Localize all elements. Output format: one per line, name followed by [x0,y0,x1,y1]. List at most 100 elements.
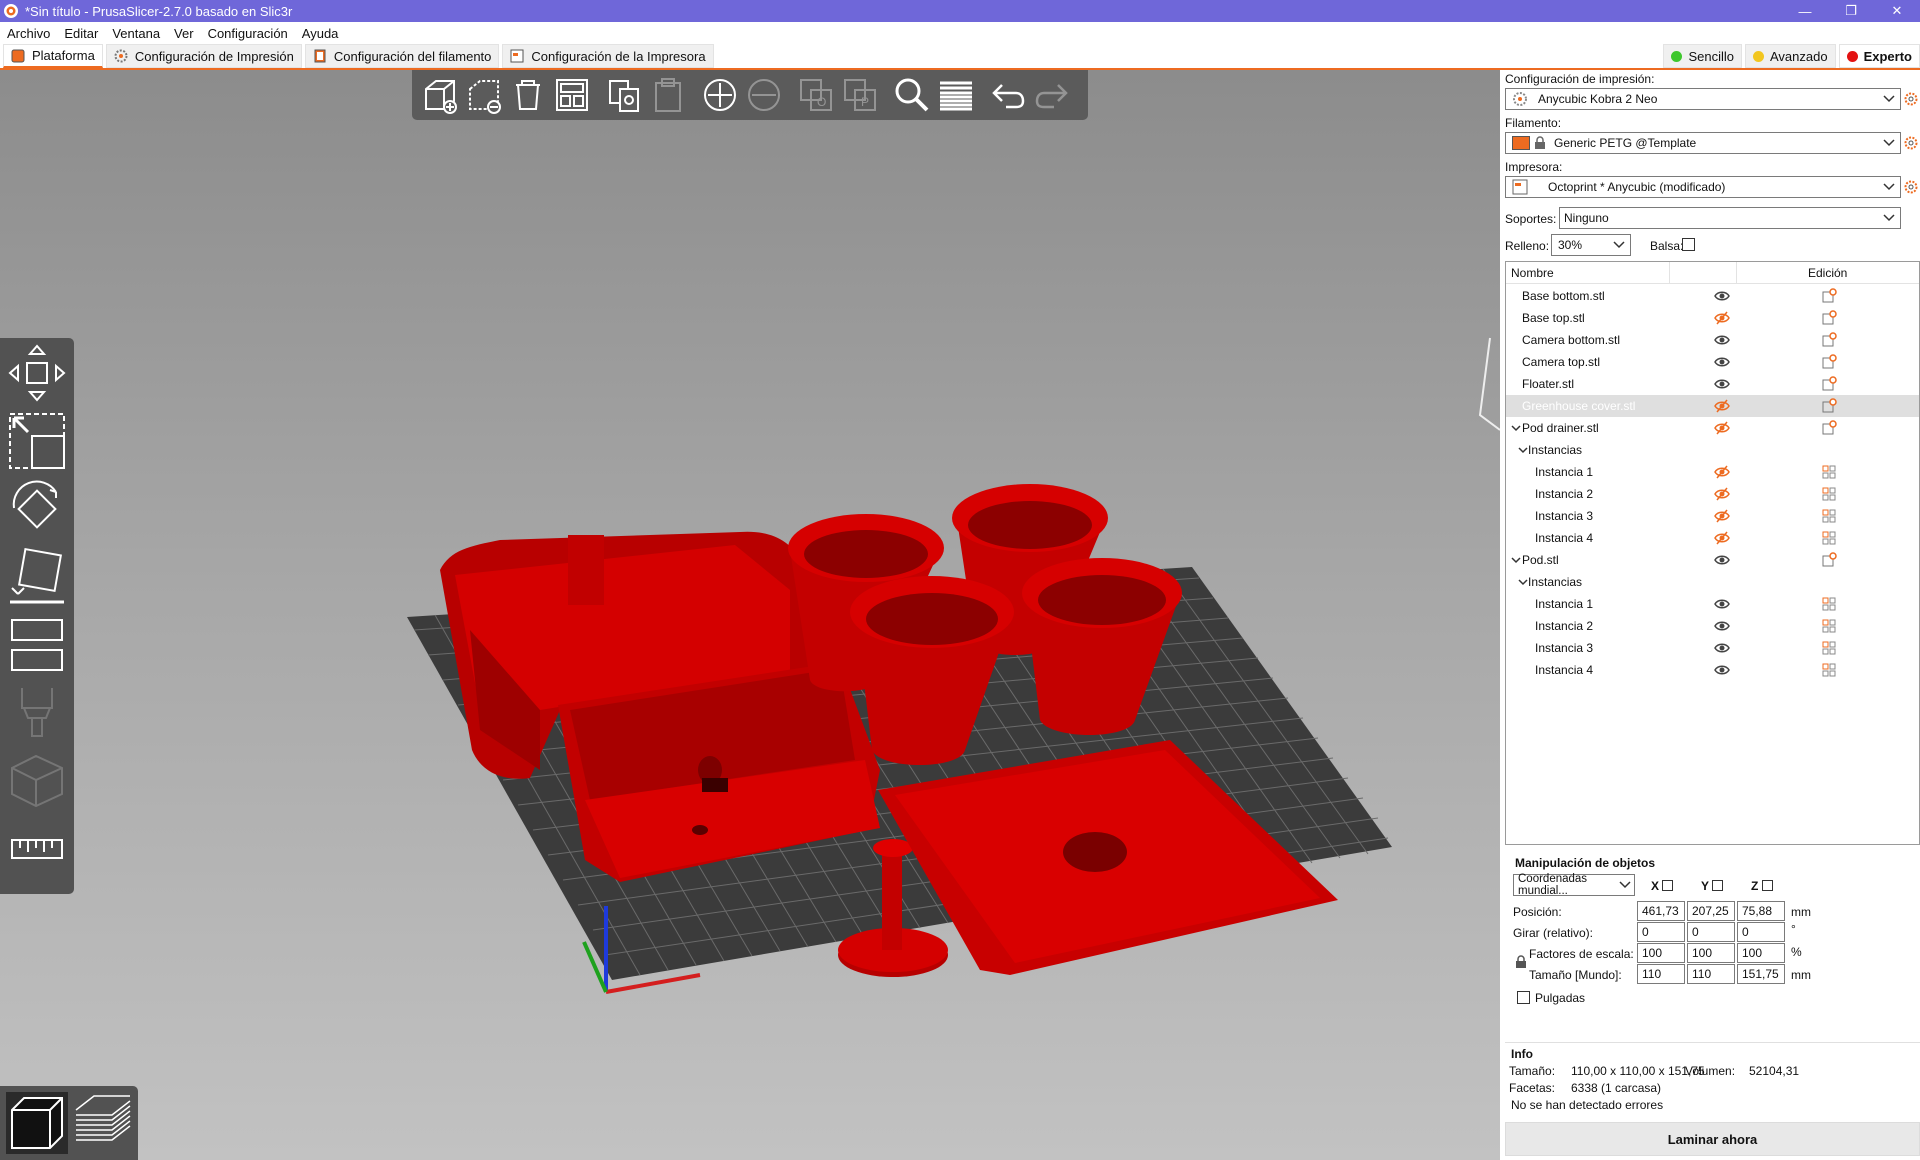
eye-icon[interactable] [1714,354,1730,370]
eye-hidden-icon[interactable] [1714,508,1730,524]
split-objects-button[interactable]: O [794,73,838,117]
instance-row[interactable]: Instancia 2 [1506,483,1919,505]
eye-icon[interactable] [1714,332,1730,348]
scale-x-field[interactable]: 100 [1637,943,1685,963]
scale-y-field[interactable]: 100 [1687,943,1735,963]
3d-viewport[interactable]: O P [0,70,1500,1160]
rotate-z-field[interactable]: 0 [1737,922,1785,942]
size-x-field[interactable]: 110 [1637,964,1685,984]
remove-instance-button[interactable] [742,73,786,117]
object-settings-icon[interactable] [1821,376,1837,392]
printer-preset-combo[interactable]: Octoprint * Anycubic (modificado) [1505,176,1901,198]
position-y-field[interactable]: 207,25 [1687,901,1735,921]
instance-row[interactable]: Instancia 1 [1506,593,1919,615]
rotate-x-field[interactable]: 0 [1637,922,1685,942]
object-row[interactable]: Floater.stl [1506,373,1919,395]
delete-all-button[interactable] [506,73,550,117]
copy-button[interactable] [602,73,646,117]
seam-tool[interactable] [6,750,68,812]
axis-z-label[interactable]: Z [1751,879,1773,893]
lock-scale-icon[interactable] [1515,955,1527,969]
object-settings-icon[interactable] [1821,288,1837,304]
instances-group-row[interactable]: Instancias [1506,571,1919,593]
rotate-tool[interactable] [6,478,68,540]
delete-button[interactable] [462,73,506,117]
menu-archivo[interactable]: Archivo [0,26,57,41]
eye-icon[interactable] [1714,376,1730,392]
drop-to-bed-icon[interactable] [1761,880,1773,891]
search-button[interactable] [890,73,934,117]
object-row[interactable]: Pod drainer.stl [1506,417,1919,439]
brim-checkbox[interactable] [1682,238,1695,251]
maximize-icon[interactable]: ❐ [1828,0,1874,22]
close-icon[interactable]: ✕ [1874,0,1920,22]
eye-hidden-icon[interactable] [1714,398,1730,414]
instance-grid-icon[interactable] [1821,464,1837,480]
menu-configuracion[interactable]: Configuración [201,26,295,41]
gear-icon[interactable] [1903,179,1919,195]
eye-hidden-icon[interactable] [1714,486,1730,502]
eye-hidden-icon[interactable] [1714,464,1730,480]
axis-x-label[interactable]: X [1651,879,1674,893]
chevron-down-icon[interactable] [1510,554,1522,566]
menu-ver[interactable]: Ver [167,26,201,41]
instance-row[interactable]: Instancia 2 [1506,615,1919,637]
filament-preset-combo[interactable]: Generic PETG @Template [1505,132,1901,154]
minimize-icon[interactable]: — [1782,0,1828,22]
instance-grid-icon[interactable] [1821,530,1837,546]
paint-supports-tool[interactable] [6,682,68,744]
move-tool[interactable] [6,342,68,404]
eye-icon[interactable] [1714,596,1730,612]
add-instance-button[interactable] [698,73,742,117]
size-y-field[interactable]: 110 [1687,964,1735,984]
gear-icon[interactable] [1903,135,1919,151]
object-settings-icon[interactable] [1821,354,1837,370]
eye-icon[interactable] [1714,552,1730,568]
instance-grid-icon[interactable] [1821,508,1837,524]
object-row[interactable]: Base top.stl [1506,307,1919,329]
eye-icon[interactable] [1714,662,1730,678]
mode-simple[interactable]: Sencillo [1663,44,1742,68]
cut-tool[interactable] [6,614,68,676]
menu-editar[interactable]: Editar [57,26,105,41]
object-row[interactable]: Camera top.stl [1506,351,1919,373]
instance-grid-icon[interactable] [1821,596,1837,612]
eye-hidden-icon[interactable] [1714,310,1730,326]
coordinates-combo[interactable]: Coordenadas mundial... [1513,873,1635,897]
drop-to-bed-icon[interactable] [1662,880,1674,891]
instance-row[interactable]: Instancia 1 [1506,461,1919,483]
eye-hidden-icon[interactable] [1714,530,1730,546]
eye-hidden-icon[interactable] [1714,420,1730,436]
size-z-field[interactable]: 151,75 [1737,964,1785,984]
instance-grid-icon[interactable] [1821,618,1837,634]
axis-y-label[interactable]: Y [1701,879,1724,893]
object-settings-icon[interactable] [1821,552,1837,568]
eye-icon[interactable] [1714,618,1730,634]
column-name[interactable]: Nombre [1511,266,1554,280]
chevron-down-icon[interactable] [1510,422,1522,434]
object-settings-icon[interactable] [1821,310,1837,326]
object-settings-icon[interactable] [1821,420,1837,436]
scale-z-field[interactable]: 100 [1737,943,1785,963]
object-settings-icon[interactable] [1821,398,1837,414]
drop-to-bed-icon[interactable] [1712,880,1724,891]
tab-printer-settings[interactable]: Configuración de la Impresora [502,44,714,68]
slice-now-button[interactable]: Laminar ahora [1505,1122,1920,1156]
object-row[interactable]: Greenhouse cover.stl [1506,395,1919,417]
paste-button[interactable] [646,73,690,117]
instance-grid-icon[interactable] [1821,662,1837,678]
infill-combo[interactable]: 30% [1551,234,1631,256]
scale-tool[interactable] [6,410,68,472]
print-preset-combo[interactable]: Anycubic Kobra 2 Neo [1505,88,1901,110]
add-button[interactable] [418,73,462,117]
instance-row[interactable]: Instancia 3 [1506,505,1919,527]
layer-height-button[interactable] [934,73,978,117]
eye-icon[interactable] [1714,288,1730,304]
instance-row[interactable]: Instancia 3 [1506,637,1919,659]
arrange-button[interactable] [550,73,594,117]
preview-button[interactable] [72,1092,134,1154]
object-settings-icon[interactable] [1821,332,1837,348]
object-row[interactable]: Base bottom.stl [1506,285,1919,307]
eye-icon[interactable] [1714,640,1730,656]
tab-plataforma[interactable]: Plataforma [3,44,103,68]
